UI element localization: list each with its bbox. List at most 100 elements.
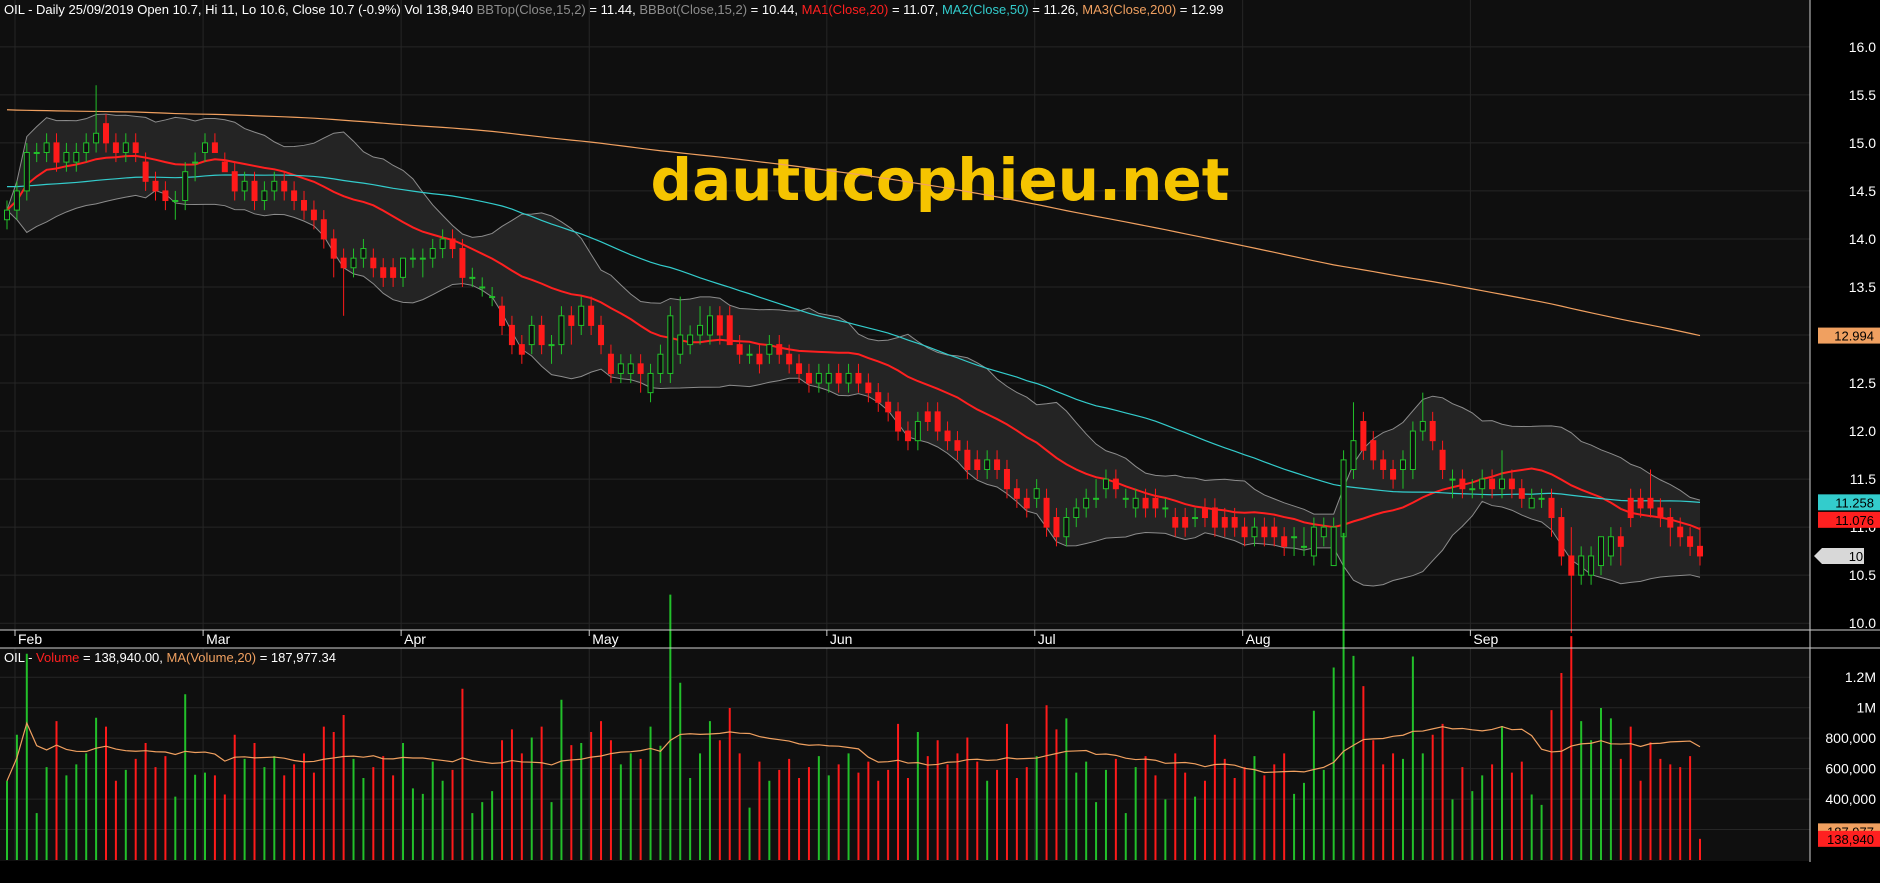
candle-body xyxy=(350,257,357,269)
price-header: OIL - Daily 25/09/2019 Open 10.7, Hi 11,… xyxy=(4,2,1224,17)
candle-body xyxy=(1053,517,1060,538)
candle-body xyxy=(1320,526,1327,538)
candle-body xyxy=(1310,526,1317,557)
candle-body xyxy=(271,180,278,192)
candle-body xyxy=(1152,497,1159,509)
candle-body xyxy=(291,190,298,202)
month-label: Jun xyxy=(830,631,853,647)
candle-body xyxy=(1102,478,1109,490)
month-label: Aug xyxy=(1246,631,1271,647)
candle-body xyxy=(1429,420,1436,442)
volume-tick-label: 1M xyxy=(1857,700,1876,716)
month-label: Sep xyxy=(1473,631,1498,647)
candle-body xyxy=(914,420,921,442)
candle-body xyxy=(944,430,951,442)
ma1-value: = 11.07, xyxy=(888,2,942,17)
candle-body xyxy=(63,151,70,163)
candle-body xyxy=(1281,536,1288,547)
candle-body xyxy=(598,324,605,346)
candle-body xyxy=(1291,536,1298,539)
candle-body xyxy=(1132,497,1139,509)
candle-body xyxy=(508,324,515,346)
candle-body xyxy=(528,324,535,346)
candle-body xyxy=(805,372,812,384)
price-tick-label: 13.5 xyxy=(1849,279,1876,295)
candle-body xyxy=(360,248,367,259)
candle-body xyxy=(152,180,159,192)
candle-body xyxy=(954,440,961,451)
candle-body xyxy=(1073,507,1080,519)
candle-body xyxy=(1380,459,1387,470)
candle-body xyxy=(182,171,189,202)
ma3-flag: 12.994 xyxy=(1834,329,1874,344)
candle-body xyxy=(301,200,308,211)
candle-body xyxy=(726,315,733,346)
candle-body xyxy=(112,142,119,153)
candle-body xyxy=(162,190,169,202)
candle-body xyxy=(855,372,862,384)
price-panel[interactable]: dautucophieu.net 16.0 15.5 15.0 14.5 14.0 13.… xyxy=(0,0,1880,633)
candle-body xyxy=(400,257,407,278)
candle-body xyxy=(1360,420,1367,451)
candle-body xyxy=(1439,449,1446,470)
candle-body xyxy=(390,267,397,278)
header-prefix: OIL - Daily 25/09/2019 Open 10.7, Hi 11,… xyxy=(4,2,477,17)
candle-body xyxy=(756,353,763,365)
ma2-flag: 11.258 xyxy=(1835,495,1874,510)
candle-body xyxy=(1093,497,1100,500)
volume-tick-label: 400,000 xyxy=(1825,791,1876,807)
candle-body xyxy=(1528,497,1535,509)
ma1-flag: 11.076 xyxy=(1835,513,1874,528)
candle-body xyxy=(904,430,911,442)
candle-body xyxy=(23,151,30,192)
candle-body xyxy=(677,334,684,355)
bbbot-label: BBBot(Close,15,2) xyxy=(639,2,747,17)
candle-body xyxy=(924,411,931,422)
candle-body xyxy=(607,353,614,374)
candle-body xyxy=(370,257,377,269)
candle-body xyxy=(687,334,694,346)
watermark: dautucophieu.net xyxy=(651,146,1230,214)
volume-tick-label: 800,000 xyxy=(1825,730,1876,746)
candle-body xyxy=(538,324,545,346)
month-label: Apr xyxy=(404,631,426,647)
candle-body xyxy=(1003,468,1010,490)
candle-body xyxy=(825,372,832,384)
candle-body xyxy=(1162,507,1169,510)
ma2-label: MA2(Close,50) xyxy=(942,2,1029,17)
bbtop-label: BBTop(Close,15,2) xyxy=(477,2,586,17)
candle-body xyxy=(1498,478,1505,490)
volume-tick-label: 1.2M xyxy=(1845,669,1876,685)
candle-body xyxy=(1033,488,1040,499)
candle-body xyxy=(1182,517,1189,528)
candle-body xyxy=(1647,497,1654,509)
candle-body xyxy=(281,180,288,192)
candle-body xyxy=(1083,497,1090,509)
vol-ma-value: = 187,977.34 xyxy=(256,650,336,665)
candle-body xyxy=(231,171,238,192)
candle-body xyxy=(716,315,723,336)
price-tick-label: 15.0 xyxy=(1849,135,1876,151)
candle-body xyxy=(1399,459,1406,470)
bbtop-value: = 11.44, xyxy=(586,2,640,17)
candle-body xyxy=(1627,497,1634,519)
candle-body xyxy=(380,267,387,278)
candle-body xyxy=(1013,488,1020,499)
candle-body xyxy=(578,305,585,326)
candle-body xyxy=(796,363,803,374)
candle-body xyxy=(1518,488,1525,499)
candle-body xyxy=(1409,430,1416,470)
candle-body xyxy=(1261,526,1268,538)
candle-body xyxy=(1637,497,1644,509)
candle-body xyxy=(439,238,446,250)
candle-body xyxy=(637,363,644,374)
candle-body xyxy=(627,363,634,374)
vol-label: Volume xyxy=(36,650,79,665)
candle-body xyxy=(667,315,674,374)
candle-body xyxy=(1211,507,1218,528)
candle-body xyxy=(1300,545,1307,548)
close-flag: 10.7 xyxy=(1849,549,1874,564)
candle-body xyxy=(43,142,50,153)
candle-body xyxy=(815,372,822,384)
candle-body xyxy=(835,372,842,384)
